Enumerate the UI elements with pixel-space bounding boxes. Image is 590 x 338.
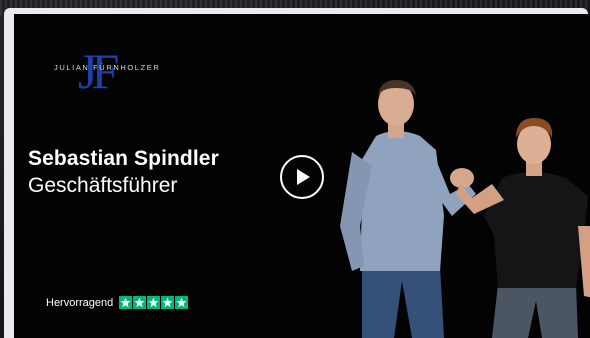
rating-label: Hervorragend — [46, 296, 114, 309]
people-image — [340, 80, 590, 338]
person-left — [340, 80, 476, 338]
star-icon — [119, 296, 133, 309]
play-button[interactable] — [280, 155, 324, 199]
person-role: Geschäftsführer — [28, 174, 178, 197]
trustpilot-rating: Hervorragend — [46, 296, 189, 309]
video-player[interactable]: JF JULIAN FÜRNHOLZER Sebastian Spindler … — [14, 14, 590, 338]
person-name: Sebastian Spindler — [28, 147, 219, 170]
star-icon — [175, 296, 189, 309]
brand-logo: JF JULIAN FÜRNHOLZER — [54, 42, 174, 112]
logo-text: JULIAN FÜRNHOLZER — [54, 63, 161, 72]
person-right — [456, 118, 590, 338]
play-icon — [297, 169, 310, 185]
star-icon — [147, 296, 161, 309]
star-icon — [161, 296, 175, 309]
rating-stars — [119, 296, 189, 309]
star-icon — [133, 296, 147, 309]
